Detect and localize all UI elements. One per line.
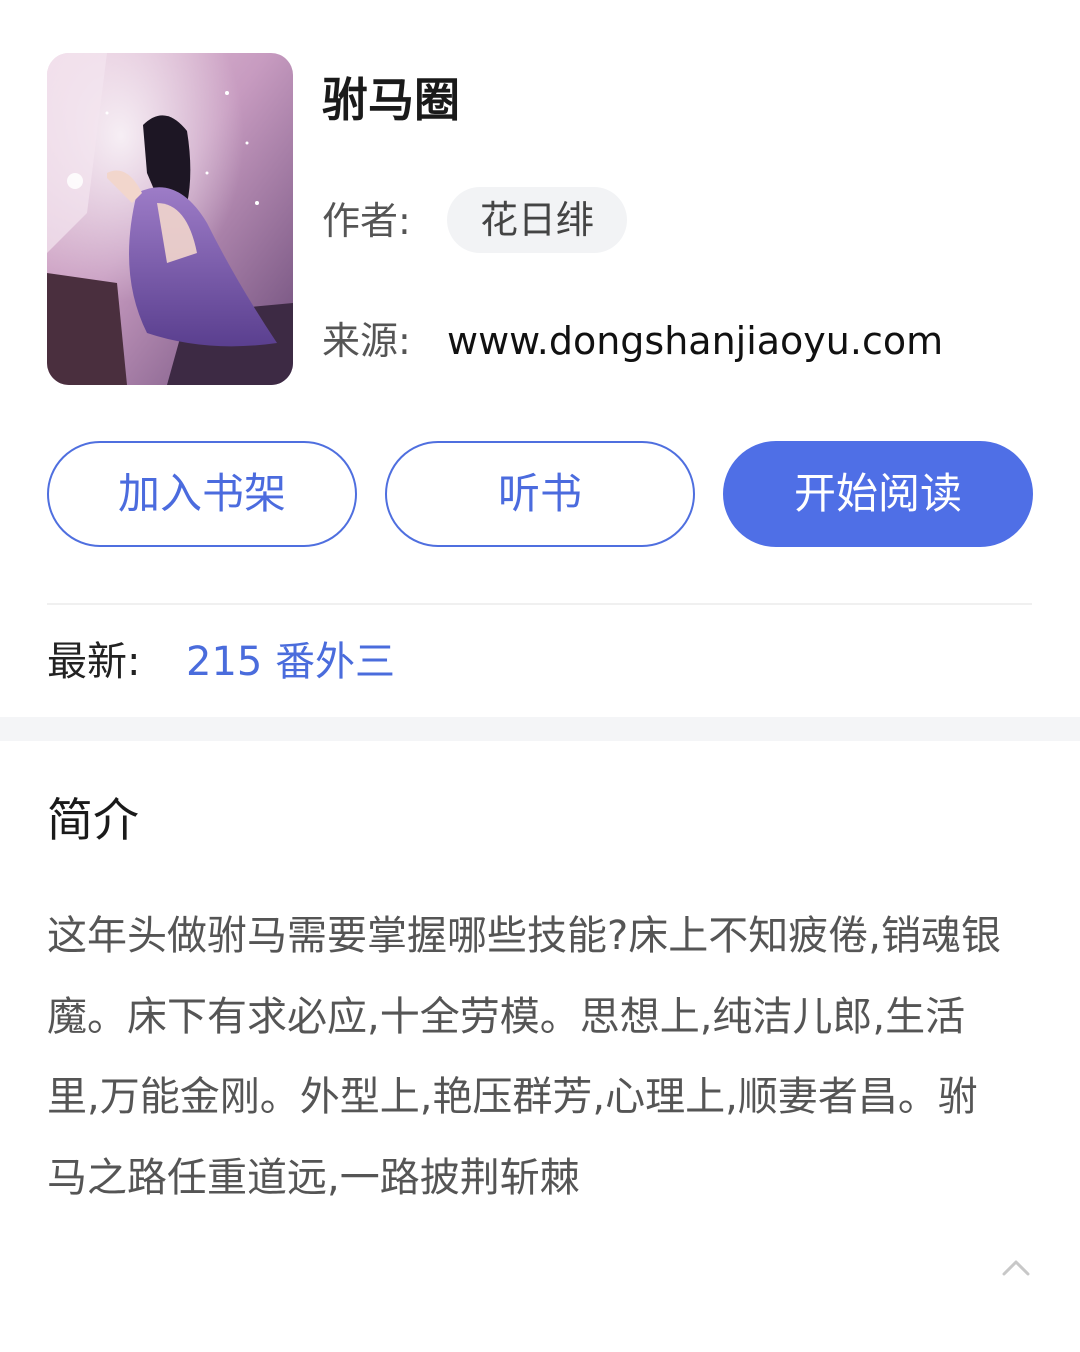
source-label: 来源: <box>322 319 411 363</box>
author-label: 作者: <box>322 199 411 243</box>
chevron-up-icon[interactable] <box>996 1248 1036 1284</box>
intro-heading: 简介 <box>47 793 139 847</box>
start-reading-button[interactable]: 开始阅读 <box>723 441 1033 547</box>
listen-button[interactable]: 听书 <box>385 441 695 547</box>
divider <box>47 603 1032 605</box>
add-to-shelf-button[interactable]: 加入书架 <box>47 441 357 547</box>
section-separator <box>0 717 1080 741</box>
latest-chapter-link[interactable]: 215 番外三 <box>186 636 395 688</box>
author-chip[interactable]: 花日绯 <box>447 187 627 253</box>
book-title: 驸马圈 <box>322 73 460 127</box>
source-value: www.dongshanjiaoyu.com <box>447 319 944 363</box>
book-cover <box>47 53 293 385</box>
intro-text: 这年头做驸马需要掌握哪些技能?床上不知疲倦,销魂银魔。床下有求必应,十全劳模。思… <box>47 913 1001 1201</box>
latest-label: 最新: <box>47 639 141 685</box>
